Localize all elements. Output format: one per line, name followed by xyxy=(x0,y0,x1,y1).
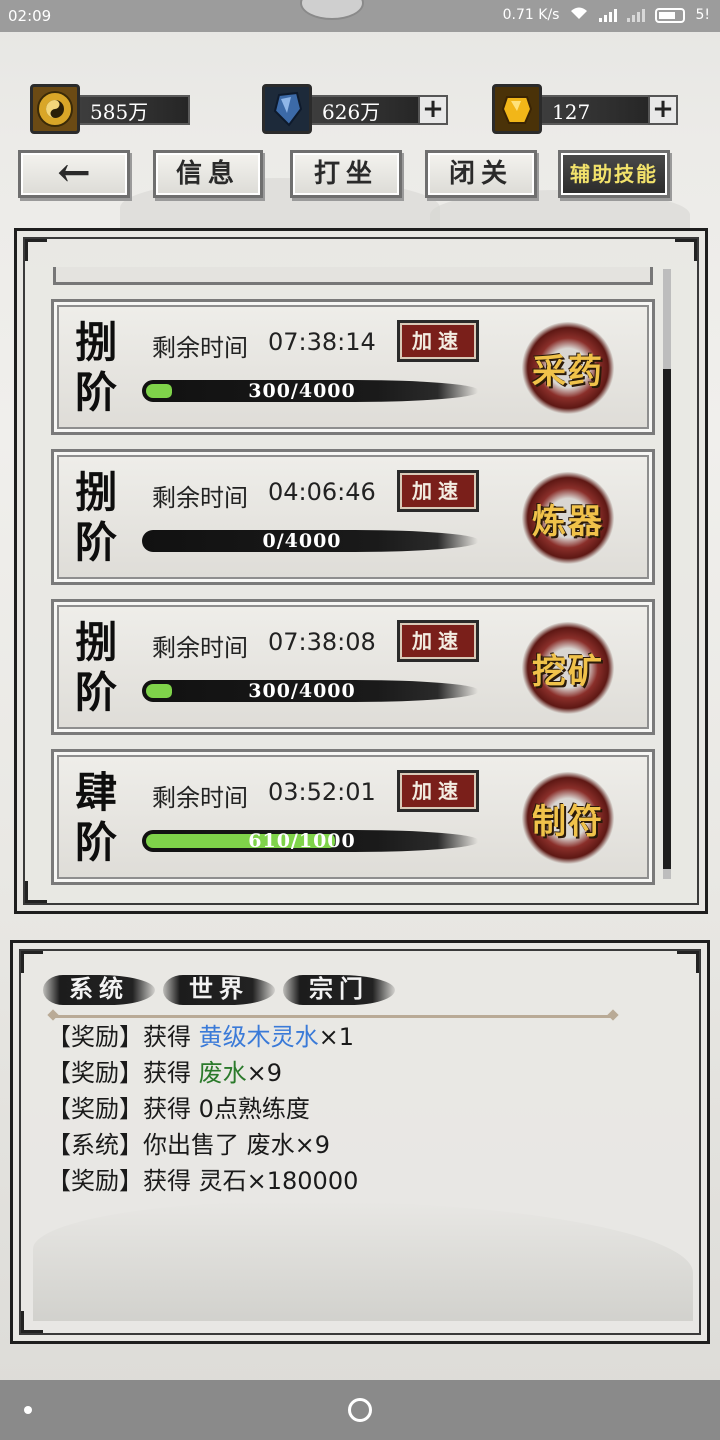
progress-text: 300/4000 xyxy=(248,380,356,402)
progress-bar: 0/4000 xyxy=(142,524,482,558)
progress-bar: 300/4000 xyxy=(142,674,482,708)
skill-card-mining: 捌阶 剩余时间 07:38:08 加速 300/4000 挖矿 xyxy=(51,599,655,735)
log-line: 【系统】你出售了 废水×9 xyxy=(47,1131,331,1159)
panel-corner xyxy=(21,951,43,973)
speed-up-button[interactable]: 加速 xyxy=(397,770,479,812)
panel-corner xyxy=(675,239,697,261)
tab-sect[interactable]: 宗门 xyxy=(283,969,395,1009)
tab-meditate[interactable]: 打坐 xyxy=(290,150,402,198)
tier-label: 肆阶 xyxy=(74,768,117,867)
battery-icon xyxy=(655,7,686,23)
speed-up-button[interactable]: 加速 xyxy=(397,470,479,512)
skills-panel: 捌阶 剩余时间 07:38:14 加速 300/4000 采药 捌阶 剩余时间 … xyxy=(14,228,708,914)
skill-button-talisman[interactable]: 制符 xyxy=(522,772,614,864)
resource-coins: 585万 xyxy=(30,84,192,134)
log-tabs: 系统 世界 宗门 xyxy=(43,969,395,1009)
network-speed: 0.71 K/s xyxy=(502,7,560,23)
tab-world[interactable]: 世界 xyxy=(163,969,275,1009)
app-notch-icon xyxy=(300,0,364,20)
clock: 02:09 xyxy=(8,7,52,25)
log-list: 【奖励】获得 黄级木灵水×1 【奖励】获得 废水×9 【奖励】获得 0点熟练度 … xyxy=(47,1019,358,1199)
progress-bar: 300/4000 xyxy=(142,374,482,408)
resource-gold-value: 127 xyxy=(536,95,652,125)
skill-card-refine-tools: 捌阶 剩余时间 04:06:46 加速 0/4000 炼器 xyxy=(51,449,655,585)
add-gold-button[interactable]: + xyxy=(648,95,678,125)
skill-card-gather-herbs: 捌阶 剩余时间 07:38:14 加速 300/4000 采药 xyxy=(51,299,655,435)
status-bar: 02:09 0.71 K/s 5! xyxy=(0,0,720,32)
log-line: 【奖励】获得 灵石×180000 xyxy=(47,1167,359,1195)
resource-gold: 127 + xyxy=(492,84,680,134)
log-line: 【奖励】获得 废水×9 xyxy=(47,1059,283,1087)
remaining-time-label: 剩余时间 xyxy=(152,334,248,362)
progress-text: 0/4000 xyxy=(262,530,342,552)
panel-corner xyxy=(25,239,47,261)
speed-up-button[interactable]: 加速 xyxy=(397,620,479,662)
tab-seclusion[interactable]: 闭关 xyxy=(425,150,537,198)
tier-label: 捌阶 xyxy=(74,468,117,567)
speed-up-button[interactable]: 加速 xyxy=(397,320,479,362)
tier-label: 捌阶 xyxy=(74,618,117,717)
progress-text: 610/1000 xyxy=(248,830,356,852)
add-crystals-button[interactable]: + xyxy=(418,95,448,125)
remaining-time-label: 剩余时间 xyxy=(152,634,248,662)
status-icons: 0.71 K/s 5! xyxy=(503,6,710,24)
panel-corner xyxy=(25,881,47,903)
log-line: 【奖励】获得 黄级木灵水×1 xyxy=(47,1023,355,1051)
tab-system[interactable]: 系统 xyxy=(43,969,155,1009)
progress-bar: 610/1000 xyxy=(142,824,482,858)
menu-dot-icon[interactable] xyxy=(24,1406,32,1414)
remaining-time-value: 04:06:46 xyxy=(268,478,376,506)
panel-corner xyxy=(677,951,699,973)
log-line: 【奖励】获得 0点熟练度 xyxy=(47,1095,310,1123)
remaining-time-label: 剩余时间 xyxy=(152,784,248,812)
tab-info[interactable]: 信息 xyxy=(153,150,263,198)
skill-button-gather-herbs[interactable]: 采药 xyxy=(522,322,614,414)
wifi-icon xyxy=(569,6,589,24)
tab-auxiliary-skills[interactable]: 辅助技能 xyxy=(558,150,670,198)
back-button[interactable]: ← xyxy=(18,150,130,198)
sim-label: 5! xyxy=(695,7,710,23)
remaining-time-value: 07:38:08 xyxy=(268,628,376,656)
system-nav-bar xyxy=(0,1380,720,1440)
skill-card-talisman: 肆阶 剩余时间 03:52:01 加速 610/1000 制符 xyxy=(51,749,655,885)
progress-text: 300/4000 xyxy=(248,680,356,702)
remaining-time-value: 07:38:14 xyxy=(268,328,376,356)
list-scrollbar[interactable] xyxy=(663,269,671,879)
remaining-time-label: 剩余时间 xyxy=(152,484,248,512)
message-log-panel: 系统 世界 宗门 【奖励】获得 黄级木灵水×1 【奖励】获得 废水×9 【奖励】… xyxy=(10,940,710,1344)
gold-ingot-icon xyxy=(492,84,542,134)
remaining-time-value: 03:52:01 xyxy=(268,778,376,806)
signal-2-icon xyxy=(627,8,646,22)
blue-crystal-icon xyxy=(262,84,312,134)
resource-coins-value: 585万 xyxy=(74,95,190,125)
bagua-coin-icon xyxy=(30,84,80,134)
tier-label: 捌阶 xyxy=(74,318,117,417)
home-circle-icon[interactable] xyxy=(348,1398,372,1422)
skill-button-refine-tools[interactable]: 炼器 xyxy=(522,472,614,564)
list-top-edge xyxy=(53,267,653,285)
signal-icon xyxy=(599,8,618,22)
resource-crystals-value: 626万 xyxy=(306,95,422,125)
skill-button-mining[interactable]: 挖矿 xyxy=(522,622,614,714)
resource-crystals: 626万 + xyxy=(262,84,450,134)
mist-decoration xyxy=(33,1201,693,1321)
log-divider xyxy=(53,1015,613,1018)
